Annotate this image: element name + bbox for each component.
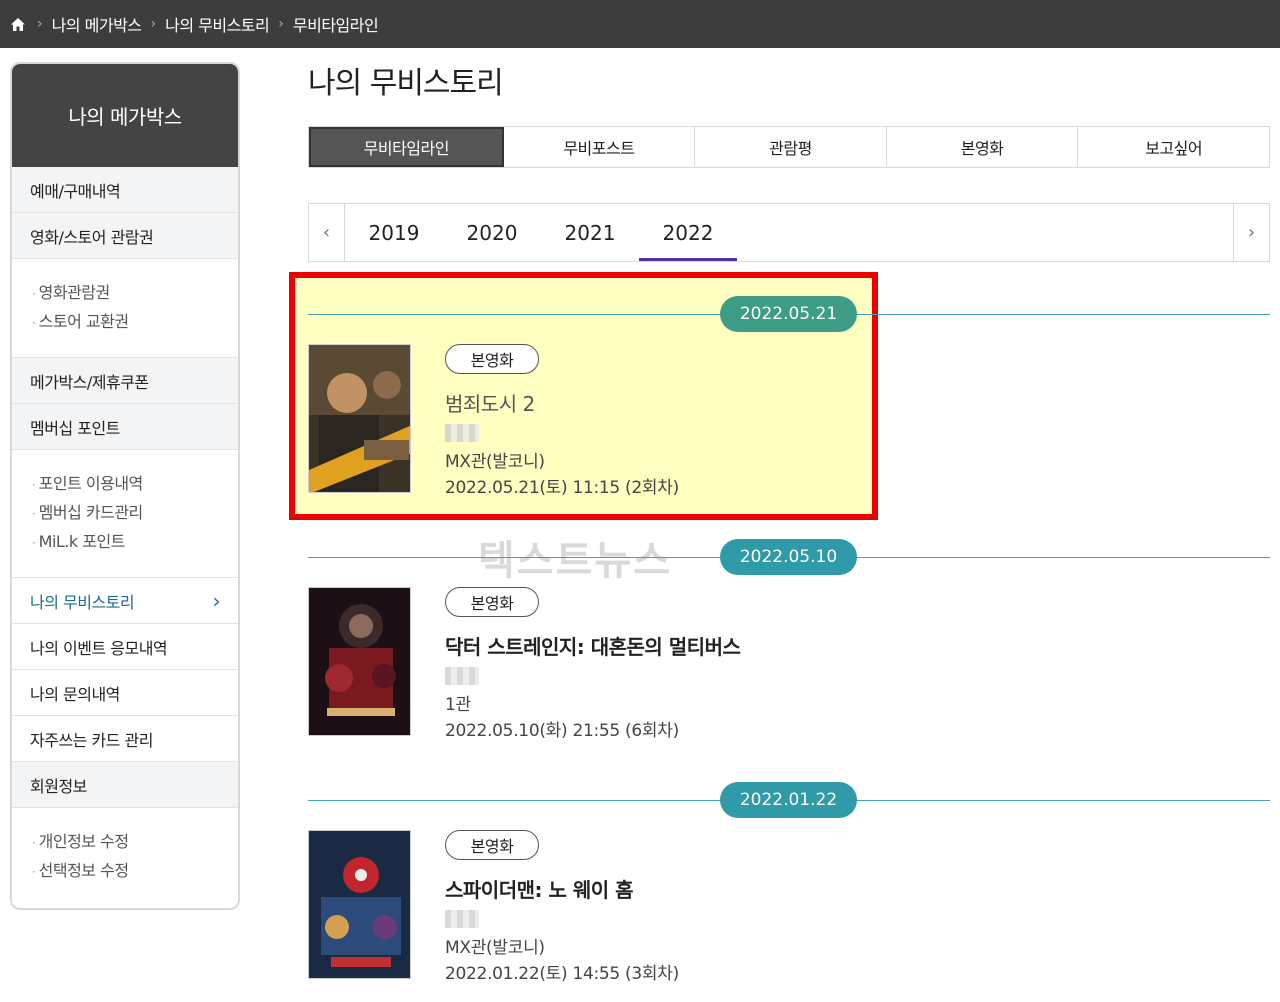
sidebar-item-booking[interactable]: 예매/구매내역 [12, 167, 238, 213]
blurred-branch [445, 667, 479, 685]
year-list: 2019 2020 2021 2022 [345, 204, 737, 261]
sidebar-item-coupon[interactable]: 메가박스/제휴쿠폰 [12, 358, 238, 404]
movie-poster[interactable] [308, 830, 411, 979]
sidebar-item-moviestory[interactable]: 나의 무비스토리 › [12, 578, 238, 624]
breadcrumb-item-mymega[interactable]: 나의 메가박스 [52, 12, 142, 36]
screen-name: 1관 [445, 695, 471, 715]
sidebar-item-label: 나의 무비스토리 [30, 592, 135, 612]
tab-review[interactable]: 관람평 [695, 127, 887, 167]
sidebar-item-membership-point[interactable]: 멤버십 포인트 [12, 404, 238, 450]
breadcrumb-item-timeline[interactable]: 무비타임라인 [293, 12, 379, 36]
movie-kind-badge: 본영화 [445, 344, 539, 374]
showtime: 2022.05.21(토) 11:15 (2회차) [445, 478, 679, 498]
showtime: 2022.05.10(화) 21:55 (6회차) [445, 721, 679, 741]
blurred-branch [445, 910, 479, 928]
date-badge: 2022.05.21 [720, 296, 857, 332]
sidebar-subitem-store-ticket[interactable]: 스토어 교환권 [32, 308, 238, 337]
timeline-entry: 2022.01.22 본영화 스파이더맨: 노 웨이 홈 MX관(발코니) 20… [308, 782, 1270, 984]
breadcrumb-item-moviestory[interactable]: 나의 무비스토리 [165, 12, 270, 36]
movie-title[interactable]: 범죄도시 2 [445, 388, 535, 417]
sidebar-subitem-point-history[interactable]: 포인트 이용내역 [32, 470, 238, 499]
movie-kind-badge: 본영화 [445, 587, 539, 617]
sidebar-item-card-manage[interactable]: 자주쓰는 카드 관리 [12, 716, 238, 762]
tab-timeline[interactable]: 무비타임라인 [309, 127, 504, 167]
chevron-right-icon: › [37, 16, 43, 32]
chevron-left-icon[interactable]: ‹ [309, 204, 345, 261]
year-selector: ‹ 2019 2020 2021 2022 › [308, 203, 1270, 262]
sidebar-submenu-point: 포인트 이용내역 멤버십 카드관리 MiL.k 포인트 [12, 450, 238, 578]
sidebar-subitem-personal-edit[interactable]: 개인정보 수정 [32, 828, 238, 857]
movie-kind-badge: 본영화 [445, 830, 539, 860]
chevron-right-icon[interactable]: › [1233, 204, 1269, 261]
sidebar-subitem-card[interactable]: 멤버십 카드관리 [32, 499, 238, 528]
sidebar-subitem-optional-edit[interactable]: 선택정보 수정 [32, 857, 238, 886]
showtime: 2022.01.22(토) 14:55 (3회차) [445, 964, 679, 984]
sidebar-item-inquiry[interactable]: 나의 문의내역 [12, 670, 238, 716]
sidebar-subitem-milk[interactable]: MiL.k 포인트 [32, 528, 238, 557]
breadcrumb: › 나의 메가박스 › 나의 무비스토리 › 무비타임라인 [0, 0, 1280, 48]
chevron-right-icon: › [278, 16, 284, 32]
year-2020[interactable]: 2020 [443, 204, 541, 261]
movie-title[interactable]: 스파이더맨: 노 웨이 홈 [445, 874, 634, 903]
tab-watched[interactable]: 본영화 [887, 127, 1079, 167]
sidebar-title[interactable]: 나의 메가박스 [12, 64, 238, 167]
sidebar: 나의 메가박스 예매/구매내역 영화/스토어 관람권 영화관람권 스토어 교환권… [10, 62, 240, 910]
timeline-entry: 2022.05.21 본영화 범죄도시 2 MX관(발코니) 2022.05.2… [308, 296, 1270, 498]
year-2022[interactable]: 2022 [639, 204, 737, 261]
screen-name: MX관(발코니) [445, 938, 545, 958]
tab-moviepost[interactable]: 무비포스트 [504, 127, 696, 167]
sidebar-item-member-info[interactable]: 회원정보 [12, 762, 238, 808]
year-2021[interactable]: 2021 [541, 204, 639, 261]
chevron-right-icon: › [212, 588, 221, 613]
sidebar-item-event[interactable]: 나의 이벤트 응모내역 [12, 624, 238, 670]
date-badge: 2022.01.22 [720, 782, 857, 818]
blurred-branch [445, 424, 479, 442]
sidebar-subitem-movie-ticket[interactable]: 영화관람권 [32, 279, 238, 308]
movie-title[interactable]: 닥터 스트레인지: 대혼돈의 멀티버스 [445, 631, 741, 660]
home-icon[interactable] [10, 15, 28, 33]
movie-poster[interactable] [308, 344, 411, 493]
movie-poster[interactable] [308, 587, 411, 736]
page-title: 나의 무비스토리 [308, 66, 504, 101]
screen-name: MX관(발코니) [445, 452, 545, 472]
sidebar-submenu-member: 개인정보 수정 선택정보 수정 [12, 808, 238, 906]
sidebar-item-tickets[interactable]: 영화/스토어 관람권 [12, 213, 238, 259]
tab-bar: 무비타임라인 무비포스트 관람평 본영화 보고싶어 [308, 126, 1270, 168]
chevron-right-icon: › [150, 16, 157, 32]
tab-wishlist[interactable]: 보고싶어 [1078, 127, 1269, 167]
year-2019[interactable]: 2019 [345, 204, 443, 261]
date-badge: 2022.05.10 [720, 539, 857, 575]
sidebar-submenu-tickets: 영화관람권 스토어 교환권 [12, 259, 238, 358]
timeline-entry: 2022.05.10 본영화 닥터 스트레인지: 대혼돈의 멀티버스 1관 20… [308, 539, 1270, 741]
